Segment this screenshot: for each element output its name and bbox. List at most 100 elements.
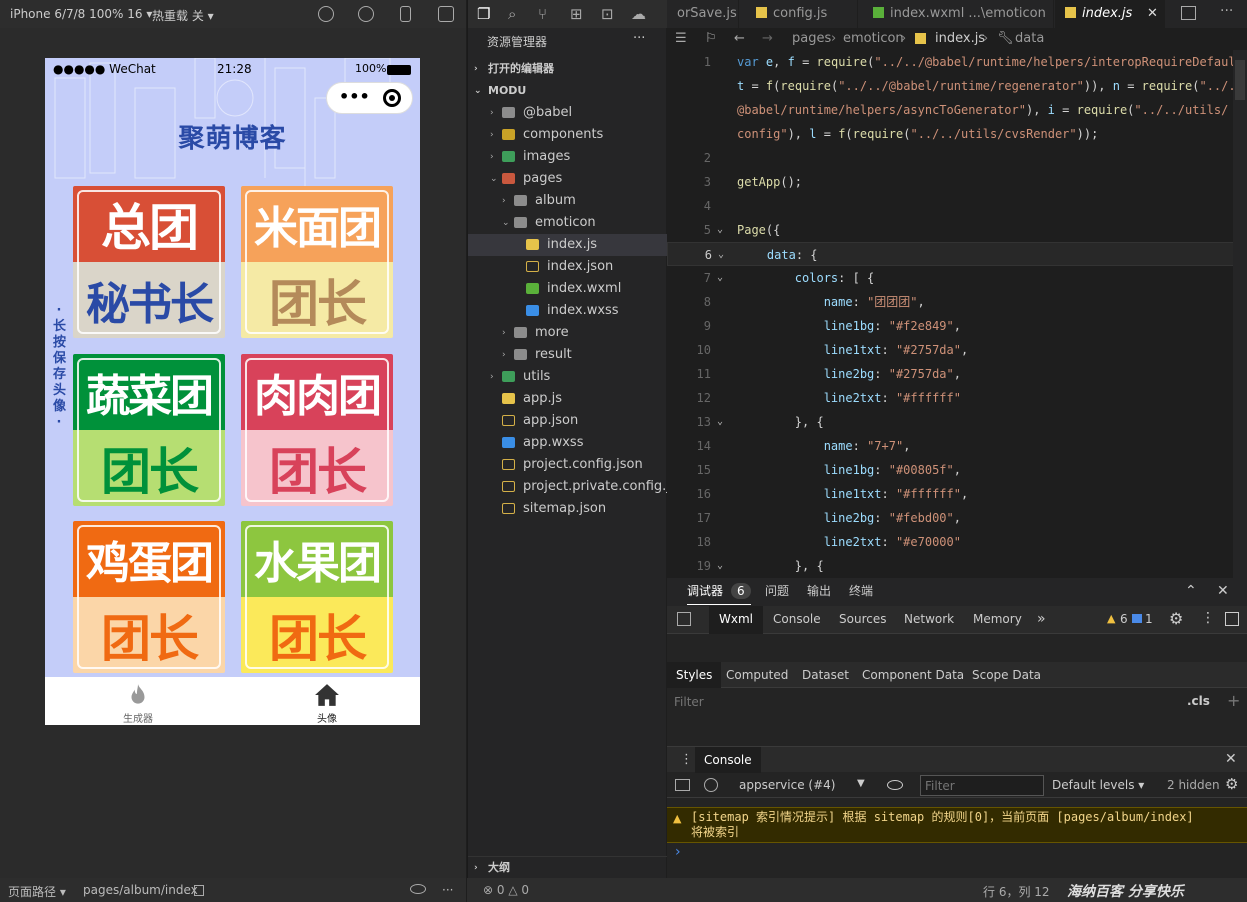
code-line[interactable]: 1 var e, f = require("../../@babel/runtim… <box>667 50 1247 74</box>
gear-icon[interactable]: ⚙ <box>1169 609 1183 628</box>
code-line[interactable]: 2 <box>667 146 1247 170</box>
stop-icon[interactable] <box>358 6 374 22</box>
levels-select[interactable]: Default levels ▾ <box>1052 778 1144 792</box>
explorer-more-icon[interactable]: ··· <box>633 31 645 46</box>
code-line[interactable]: 9 line1bg: "#f2e849", <box>667 314 1247 338</box>
tree-item-emoticon[interactable]: ⌄ emoticon <box>468 212 667 234</box>
avatar-card[interactable]: 水果团 团长 <box>241 521 393 673</box>
crumb-symbol[interactable]: data <box>1015 28 1044 50</box>
tab-problems[interactable]: 问题 <box>765 578 789 604</box>
code-line[interactable]: 19 ⌄ }, { <box>667 554 1247 578</box>
tab-index-js[interactable]: index.js ✕ <box>1055 0 1165 28</box>
project-section[interactable]: ⌄ MODU <box>468 80 667 102</box>
problem-counter[interactable]: ⊗ 0 △ 0 <box>483 883 529 897</box>
tree-item-app-wxss[interactable]: app.wxss <box>468 432 667 454</box>
tab-console[interactable]: Console <box>773 606 821 632</box>
more-dots-icon[interactable]: ••• <box>339 87 370 106</box>
tab-output[interactable]: 输出 <box>807 578 831 604</box>
warning-count[interactable]: 6 <box>1120 612 1128 626</box>
open-editors-section[interactable]: › 打开的编辑器 <box>468 58 667 80</box>
editor-more-icon[interactable]: ··· <box>1220 3 1233 19</box>
tab-config-js[interactable]: config.js <box>740 0 858 28</box>
editor-scrollbar[interactable] <box>1233 50 1247 578</box>
info-count[interactable]: 1 <box>1145 612 1153 626</box>
kebab-icon[interactable]: ⋮ <box>1201 610 1215 626</box>
warning-message[interactable]: ▲ [sitemap 索引情况提示] 根据 sitemap 的规则[0]，当前页… <box>667 807 1247 843</box>
code-line[interactable]: 12 line2txt: "#ffffff" <box>667 386 1247 410</box>
tab-index-wxml[interactable]: index.wxml ...\emoticon <box>859 0 1054 28</box>
avatar-card[interactable]: 米面团 团长 <box>241 186 393 338</box>
tab-debugger[interactable]: 调试器 6 <box>687 578 751 605</box>
more-tabs-icon[interactable]: » <box>1037 606 1046 632</box>
code-line[interactable]: 10 line1txt: "#2757da", <box>667 338 1247 362</box>
tab-styles[interactable]: Styles <box>667 662 722 688</box>
code-line[interactable]: 18 line2txt: "#e70000" <box>667 530 1247 554</box>
code-line[interactable]: 13 ⌄ }, { <box>667 410 1247 434</box>
close-drawer-icon[interactable]: ✕ <box>1225 751 1237 767</box>
phone-icon[interactable] <box>400 6 411 22</box>
tab-wxml[interactable]: Wxml <box>709 606 763 634</box>
fold-chevron-icon[interactable]: ⌄ <box>718 243 724 267</box>
avatar-card[interactable]: 蔬菜团 团长 <box>73 354 225 506</box>
fold-chevron-icon[interactable]: ⌄ <box>717 410 723 434</box>
tab-terminal[interactable]: 终端 <box>849 578 873 604</box>
tree-item-app-js[interactable]: app.js <box>468 388 667 410</box>
fold-chevron-icon[interactable]: ⌄ <box>717 554 723 578</box>
close-mini-icon[interactable] <box>383 89 401 107</box>
tab-dataset[interactable]: Dataset <box>802 662 849 688</box>
bookmark-icon[interactable]: ⚐ <box>705 28 717 50</box>
add-style-icon[interactable]: + <box>1227 691 1240 710</box>
files-icon[interactable]: ❐ <box>477 5 490 23</box>
drawer-menu-icon[interactable]: ⋮ <box>680 752 693 767</box>
crumb-file[interactable]: index.js <box>935 28 985 50</box>
tree-item-index-wxss[interactable]: index.wxss <box>468 300 667 322</box>
code-line[interactable]: 11 line2bg: "#2757da", <box>667 362 1247 386</box>
tree-item-sitemap-json[interactable]: sitemap.json <box>468 498 667 520</box>
back-icon[interactable]: ← <box>734 28 745 50</box>
tab-orsave-js[interactable]: orSave.js <box>667 0 739 28</box>
code-line[interactable]: 6 ⌄ data: { <box>667 242 1247 266</box>
eye-icon[interactable] <box>410 884 426 894</box>
cls-toggle[interactable]: .cls <box>1187 694 1210 708</box>
crumb-pages[interactable]: pages <box>792 28 831 50</box>
tab-sources[interactable]: Sources <box>839 606 886 632</box>
tree-item--babel[interactable]: › @babel <box>468 102 667 124</box>
code-line[interactable]: 17 line2bg: "#febd00", <box>667 506 1247 530</box>
inspect-icon[interactable] <box>677 612 691 626</box>
context-select[interactable]: appservice (#4) <box>739 778 835 792</box>
code-line[interactable]: 3 getApp(); <box>667 170 1247 194</box>
chevron-up-icon[interactable]: ⌃ <box>1185 583 1197 599</box>
tree-item-more[interactable]: › more <box>468 322 667 344</box>
clear-console-icon[interactable] <box>704 778 718 792</box>
tab-memory[interactable]: Memory <box>973 606 1022 632</box>
forward-icon[interactable]: → <box>762 28 773 50</box>
tree-item-result[interactable]: › result <box>468 344 667 366</box>
console-filter-input[interactable] <box>920 775 1044 796</box>
tree-item-app-json[interactable]: app.json <box>468 410 667 432</box>
tree-item-images[interactable]: › images <box>468 146 667 168</box>
eye-icon[interactable] <box>887 780 903 790</box>
styles-filter-input[interactable] <box>670 691 1175 713</box>
fold-chevron-icon[interactable]: ⌄ <box>717 218 723 242</box>
code-line[interactable]: 8 name: "团团团", <box>667 290 1247 314</box>
console-prompt[interactable]: › <box>667 844 1247 864</box>
avatar-card[interactable]: 鸡蛋团 团长 <box>73 521 225 673</box>
tree-item-project-config-json[interactable]: project.config.json <box>468 454 667 476</box>
tab-generator[interactable]: 生成器 <box>88 677 188 725</box>
extensions-icon[interactable]: ⊞ <box>570 5 583 23</box>
refresh-icon[interactable] <box>318 6 334 22</box>
git-icon[interactable]: ⑂ <box>538 5 547 23</box>
sidebar-toggle-icon[interactable] <box>675 779 690 791</box>
split-editor-icon[interactable] <box>1181 6 1196 20</box>
cursor-position[interactable]: 行 6，列 12 <box>983 883 1050 900</box>
tree-item-index-json[interactable]: index.json <box>468 256 667 278</box>
cloud-icon[interactable]: ☁ <box>631 5 646 23</box>
copy-icon[interactable] <box>194 885 204 896</box>
fold-chevron-icon[interactable]: ⌄ <box>717 266 723 290</box>
code-line[interactable]: config"), l = f(require("../../utils/cvs… <box>667 122 1247 146</box>
avatar-card[interactable]: 肉肉团 团长 <box>241 354 393 506</box>
code-line[interactable]: 5 ⌄ Page({ <box>667 218 1247 242</box>
code-line[interactable]: 15 line1bg: "#00805f", <box>667 458 1247 482</box>
tab-scope-data[interactable]: Scope Data <box>972 662 1041 688</box>
code-line[interactable]: t = f(require("../../@babel/runtime/rege… <box>667 74 1247 98</box>
